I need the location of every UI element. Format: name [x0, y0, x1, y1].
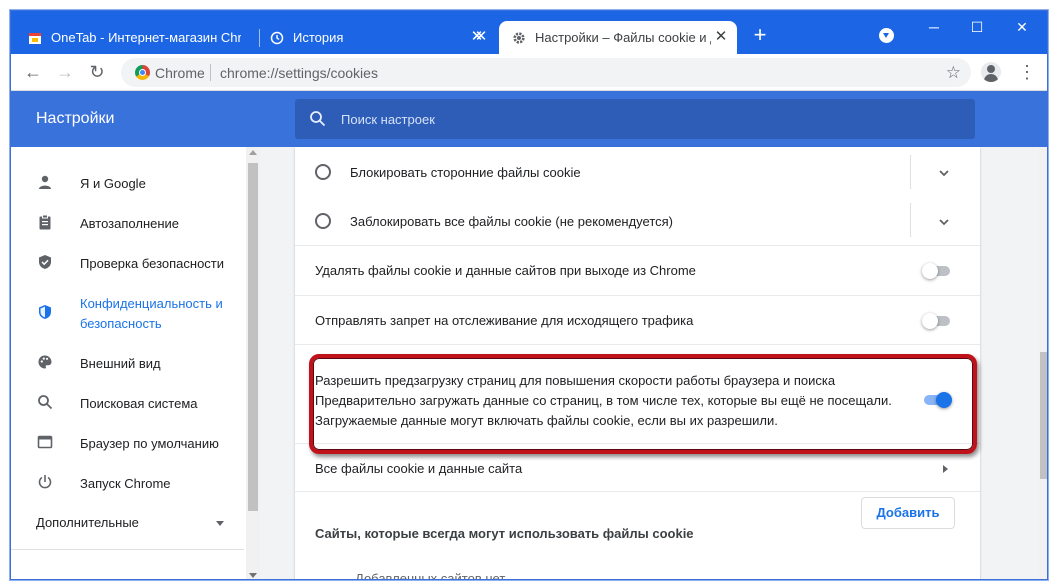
- power-icon: [35, 474, 55, 494]
- bookmark-star-icon[interactable]: ☆: [946, 63, 961, 83]
- sidebar-item-label: Браузер по умолчанию: [80, 436, 219, 451]
- person-icon: [35, 174, 55, 194]
- close-tab-icon[interactable]: ✕: [473, 29, 489, 45]
- sidebar-scrollbar[interactable]: [246, 147, 260, 579]
- toggle-knob: [922, 263, 938, 279]
- forward-button[interactable]: →: [55, 62, 75, 82]
- browser-toolbar: ← → ↻ Chrome chrome://settings/cookies ☆…: [11, 54, 1047, 91]
- sidebar-item-on-startup[interactable]: Запуск Chrome: [11, 474, 246, 494]
- option-block-third-party[interactable]: Блокировать сторонние файлы cookie: [295, 147, 980, 197]
- sidebar-item-label: Я и Google: [80, 176, 146, 191]
- sidebar-item-label: Внешний вид: [80, 356, 161, 371]
- sidebar-item-label: Автозаполнение: [80, 216, 180, 231]
- setting-clear-on-exit[interactable]: Удалять файлы cookie и данные сайтов при…: [295, 245, 980, 295]
- arrow-right-icon: [943, 465, 948, 473]
- search-icon: [35, 394, 55, 414]
- vertical-divider: [910, 155, 911, 189]
- gear-icon: [511, 30, 527, 46]
- menu-icon[interactable]: ⋮: [1017, 62, 1037, 82]
- new-tab-button[interactable]: +: [749, 24, 771, 47]
- maximize-button[interactable]: ☐: [966, 16, 988, 38]
- chevron-down-icon[interactable]: [216, 521, 224, 526]
- address-bar[interactable]: Chrome chrome://settings/cookies ☆: [121, 58, 971, 87]
- sidebar-item-label: Поисковая система: [80, 396, 198, 411]
- page-title: Настройки: [36, 110, 115, 127]
- shield-check-icon: [35, 254, 55, 274]
- browser-icon: [35, 434, 55, 454]
- tab-settings[interactable]: Настройки – Файлы cookie и данные сайтов…: [499, 21, 737, 54]
- minimize-button[interactable]: ─: [923, 16, 945, 38]
- main-scroll-thumb[interactable]: [1040, 352, 1047, 479]
- title-bar: OneTab - Интернет-магазин Chrome История…: [11, 11, 1047, 54]
- option-label: Заблокировать все файлы cookie (не реком…: [350, 214, 674, 229]
- settings-header: Настройки Поиск настроек: [11, 91, 1047, 147]
- settings-sidebar: Я и Google Автозаполнение Проверка безоп…: [11, 147, 260, 579]
- toggle-knob: [922, 313, 938, 329]
- section-title: Сайты, которые всегда могут использовать…: [315, 526, 694, 541]
- chrome-logo-icon: [135, 65, 150, 80]
- link-label: Все файлы cookie и данные сайта: [315, 461, 523, 476]
- sidebar-item-label: Конфиденциальность и безопасность: [80, 296, 223, 331]
- clipboard-icon: [35, 214, 55, 234]
- scroll-up-arrow-icon[interactable]: [249, 150, 257, 155]
- setting-label: Отправлять запрет на отслеживание для ис…: [315, 313, 694, 328]
- tab-separator: [259, 29, 260, 47]
- tab-close-wrap: ✕: [453, 21, 493, 54]
- scroll-down-arrow-icon[interactable]: [249, 573, 257, 578]
- radio-button[interactable]: [315, 164, 331, 180]
- tab-search-dropdown-icon[interactable]: [879, 28, 894, 43]
- chevron-down-icon[interactable]: [938, 215, 950, 227]
- add-site-button[interactable]: Добавить: [861, 497, 955, 529]
- clear-on-exit-toggle[interactable]: [922, 261, 952, 281]
- sidebar-item-you-and-google[interactable]: Я и Google: [11, 174, 246, 194]
- address-divider: [210, 64, 211, 81]
- reload-button[interactable]: ↻: [87, 62, 107, 82]
- sidebar-advanced[interactable]: Дополнительные: [36, 515, 139, 530]
- setting-label: Удалять файлы cookie и данные сайтов при…: [315, 263, 696, 278]
- main-scrollbar[interactable]: [1039, 147, 1047, 579]
- setting-do-not-track[interactable]: Отправлять запрет на отслеживание для ис…: [295, 295, 980, 344]
- sidebar-item-appearance[interactable]: Внешний вид: [11, 354, 246, 374]
- palette-icon: [35, 354, 55, 374]
- search-icon: [309, 110, 326, 127]
- store-icon: [27, 30, 43, 46]
- tab-title: Настройки – Файлы cookie и данные сайтов: [535, 30, 711, 45]
- chevron-down-icon[interactable]: [938, 166, 950, 178]
- annotation-highlight-box: [309, 354, 977, 454]
- close-tab-icon[interactable]: ✕: [713, 29, 729, 45]
- radio-button[interactable]: [315, 213, 331, 229]
- search-input[interactable]: Поиск настроек: [295, 99, 975, 139]
- sidebar-item-default-browser[interactable]: Браузер по умолчанию: [11, 434, 246, 454]
- sidebar-item-autofill[interactable]: Автозаполнение: [11, 214, 246, 234]
- sidebar-item-search-engine[interactable]: Поисковая система: [11, 394, 246, 414]
- tab-onetab[interactable]: OneTab - Интернет-магазин Chrome: [27, 21, 261, 54]
- back-button[interactable]: ←: [23, 62, 43, 82]
- option-block-all[interactable]: Заблокировать все файлы cookie (не реком…: [295, 197, 980, 245]
- url-text[interactable]: chrome://settings/cookies: [220, 65, 378, 81]
- tab-title: OneTab - Интернет-магазин Chrome: [51, 30, 241, 45]
- sidebar-item-label: Запуск Chrome: [80, 476, 171, 491]
- do-not-track-toggle[interactable]: [922, 311, 952, 331]
- sidebar-item-safety-check[interactable]: Проверка безопасности: [11, 254, 246, 274]
- close-window-button[interactable]: ✕: [1011, 16, 1033, 38]
- vertical-divider: [910, 203, 911, 237]
- tab-title: История: [293, 30, 344, 45]
- search-placeholder: Поиск настроек: [341, 112, 435, 127]
- shield-lock-icon: [35, 304, 55, 324]
- sidebar-item-privacy[interactable]: Конфиденциальность и безопасность: [11, 294, 246, 334]
- sidebar-item-label: Проверка безопасности: [80, 256, 225, 271]
- history-icon: [269, 30, 285, 46]
- sidebar-scroll-thumb[interactable]: [248, 163, 258, 511]
- empty-list-text: Добавленных сайтов нет: [355, 571, 506, 580]
- browser-window: OneTab - Интернет-магазин Chrome История…: [10, 10, 1048, 580]
- sidebar-divider: [11, 549, 244, 550]
- option-label: Блокировать сторонние файлы cookie: [350, 165, 581, 180]
- site-label: Chrome: [155, 65, 205, 81]
- profile-avatar-icon[interactable]: [981, 62, 1001, 82]
